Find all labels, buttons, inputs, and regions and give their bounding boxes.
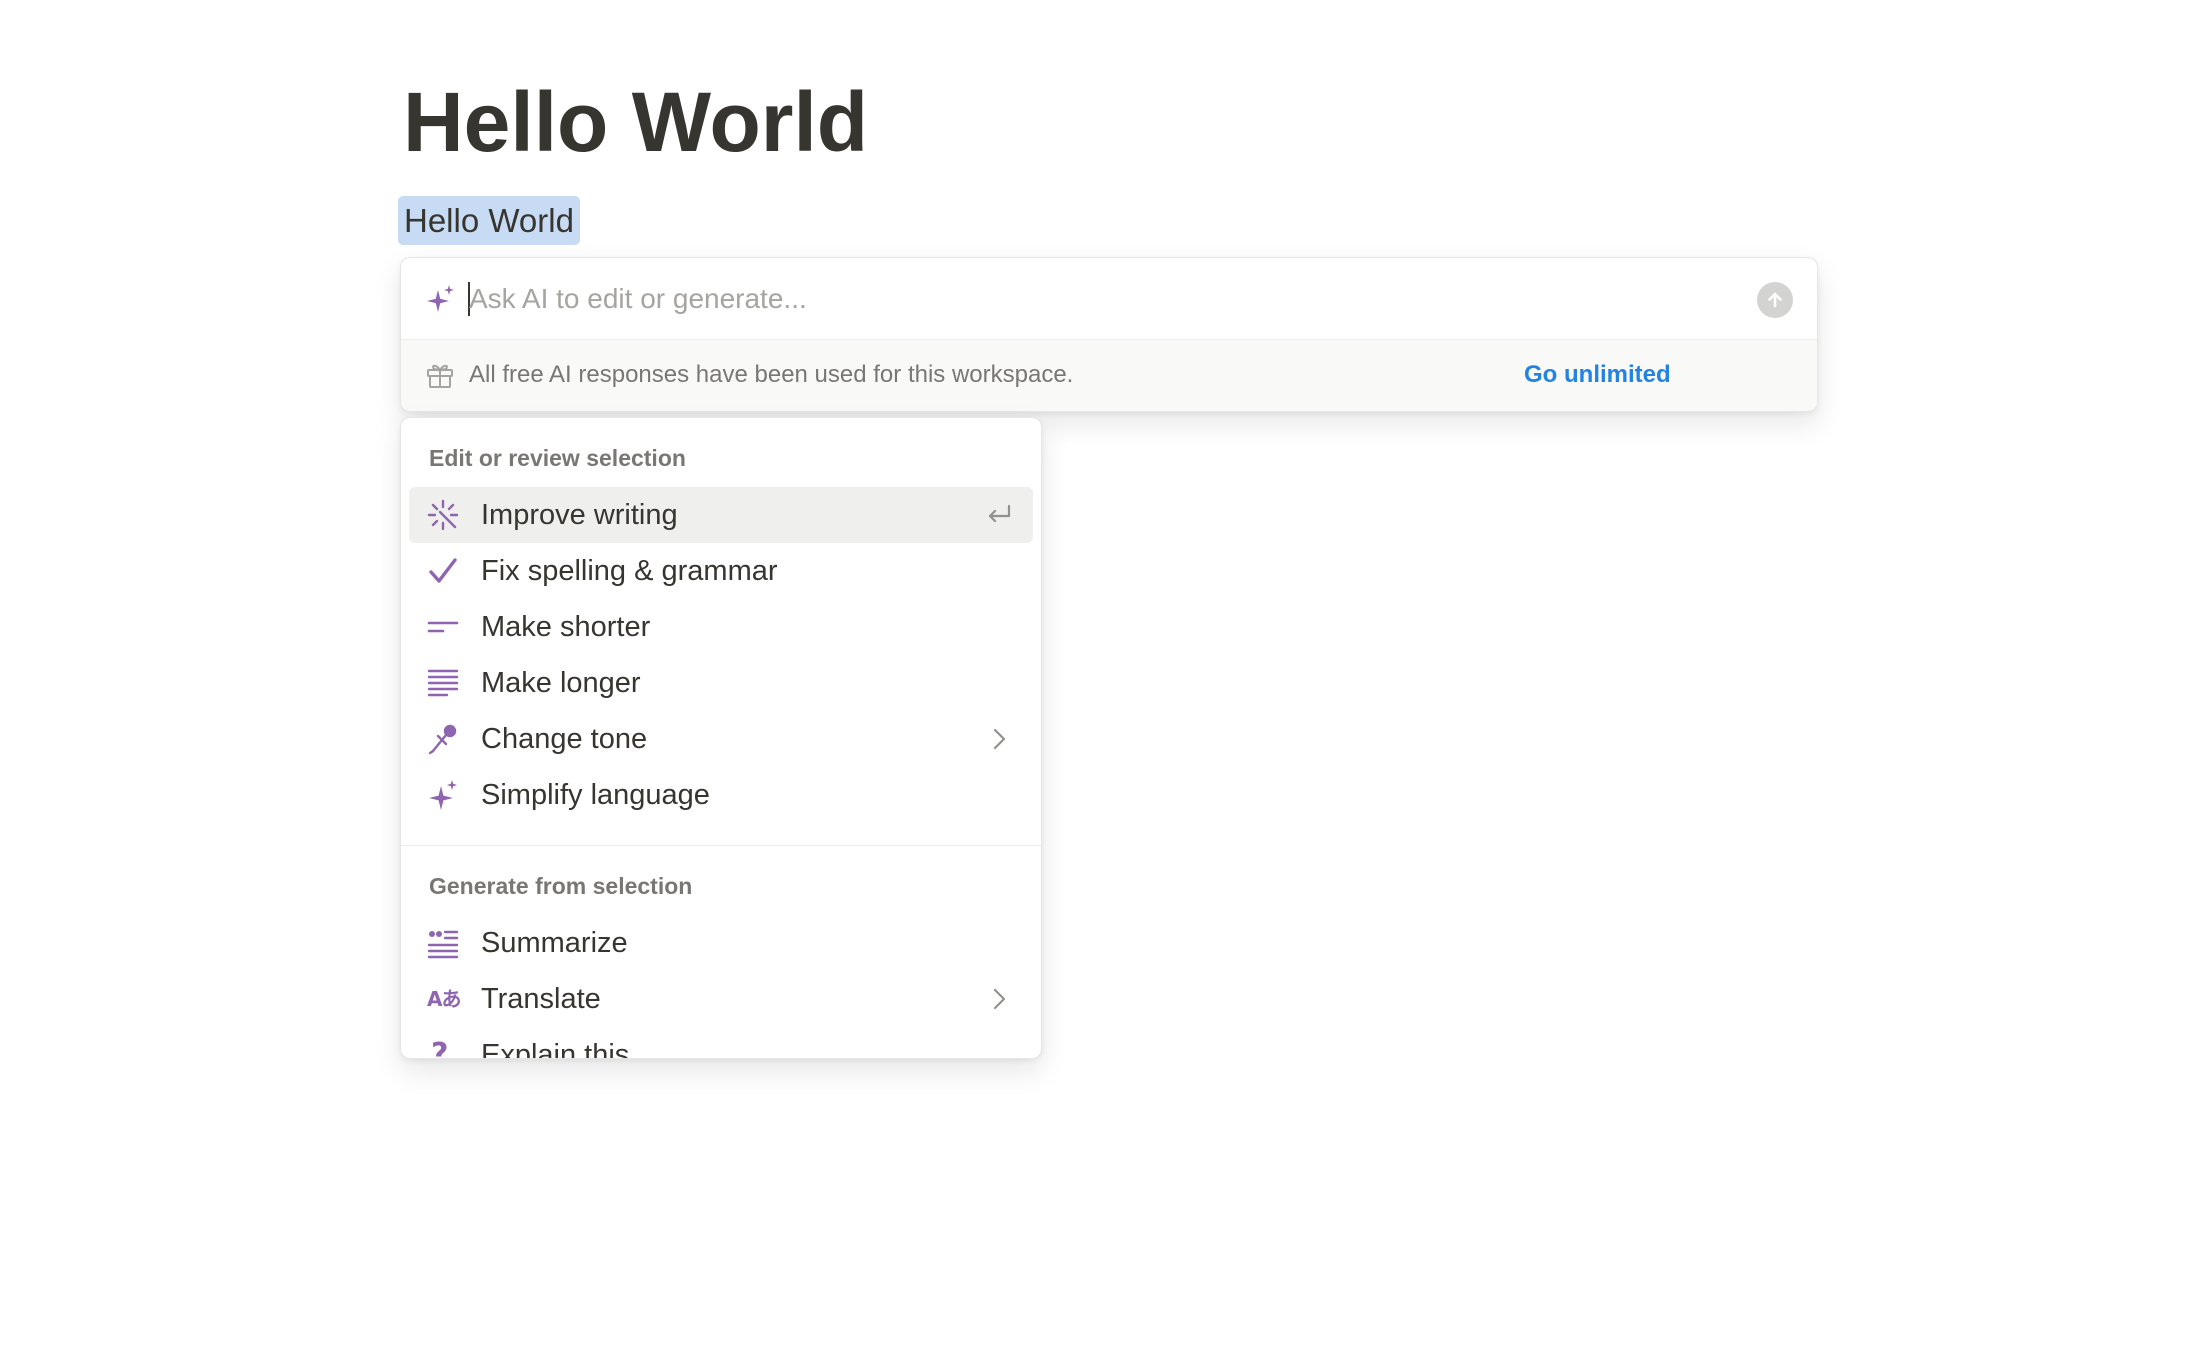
selected-text-block[interactable]: Hello World xyxy=(398,196,580,245)
chevron-right-icon xyxy=(993,988,1006,1010)
menu-item-make-shorter[interactable]: Make shorter xyxy=(409,599,1033,655)
menu-item-fix-spelling-grammar[interactable]: Fix spelling & grammar xyxy=(409,543,1033,599)
notice-text: All free AI responses have been used for… xyxy=(469,361,1074,388)
page-title[interactable]: Hello World xyxy=(403,72,868,173)
menu-item-label: Improve writing xyxy=(481,499,678,531)
menu-divider xyxy=(401,845,1041,846)
menu-item-improve-writing[interactable]: Improve writing xyxy=(409,487,1033,543)
ai-usage-notice: All free AI responses have been used for… xyxy=(401,340,1817,411)
ai-sparkle-icon xyxy=(427,285,454,312)
menu-item-label: Simplify language xyxy=(481,779,710,811)
menu-item-translate[interactable]: Aあ Translate xyxy=(409,971,1033,1027)
ai-input-row xyxy=(401,258,1817,340)
menu-item-label: Fix spelling & grammar xyxy=(481,555,778,587)
menu-item-summarize[interactable]: Summarize xyxy=(409,915,1033,971)
long-lines-icon xyxy=(427,669,459,697)
menu-item-label: Make longer xyxy=(481,667,641,699)
arrow-up-icon xyxy=(1768,292,1782,308)
magic-wand-icon xyxy=(427,499,459,531)
menu-item-label: Change tone xyxy=(481,723,648,755)
checkmark-icon xyxy=(429,558,457,583)
menu-item-simplify-language[interactable]: Simplify language xyxy=(409,767,1033,823)
menu-item-label: Summarize xyxy=(481,927,628,959)
short-lines-icon xyxy=(427,621,459,633)
menu-item-label: Translate xyxy=(481,983,601,1015)
ai-prompt-input[interactable] xyxy=(469,272,1719,326)
chevron-right-icon xyxy=(993,728,1006,750)
section-header-edit: Edit or review selection xyxy=(429,445,686,471)
menu-item-label: Make shorter xyxy=(481,611,651,643)
menu-item-make-longer[interactable]: Make longer xyxy=(409,655,1033,711)
quote-lines-icon xyxy=(427,930,459,959)
ai-prompt-box: All free AI responses have been used for… xyxy=(400,257,1818,412)
sparkle-icon xyxy=(429,780,457,810)
enter-key-icon xyxy=(988,504,1011,523)
menu-item-explain-this[interactable]: ? Explain this xyxy=(409,1027,1033,1059)
menu-item-label: Explain this xyxy=(481,1039,630,1059)
section-header-generate: Generate from selection xyxy=(429,873,693,899)
go-unlimited-link[interactable]: Go unlimited xyxy=(1524,357,1671,393)
gift-icon xyxy=(427,364,453,388)
submit-button[interactable] xyxy=(1757,282,1793,318)
translate-icon: Aあ xyxy=(427,987,461,1011)
ai-actions-menu: Edit or review selection Improve writing… xyxy=(400,417,1042,1059)
menu-item-change-tone[interactable]: Change tone xyxy=(409,711,1033,767)
mic-icon xyxy=(428,724,457,755)
question-icon: ? xyxy=(431,1037,449,1059)
